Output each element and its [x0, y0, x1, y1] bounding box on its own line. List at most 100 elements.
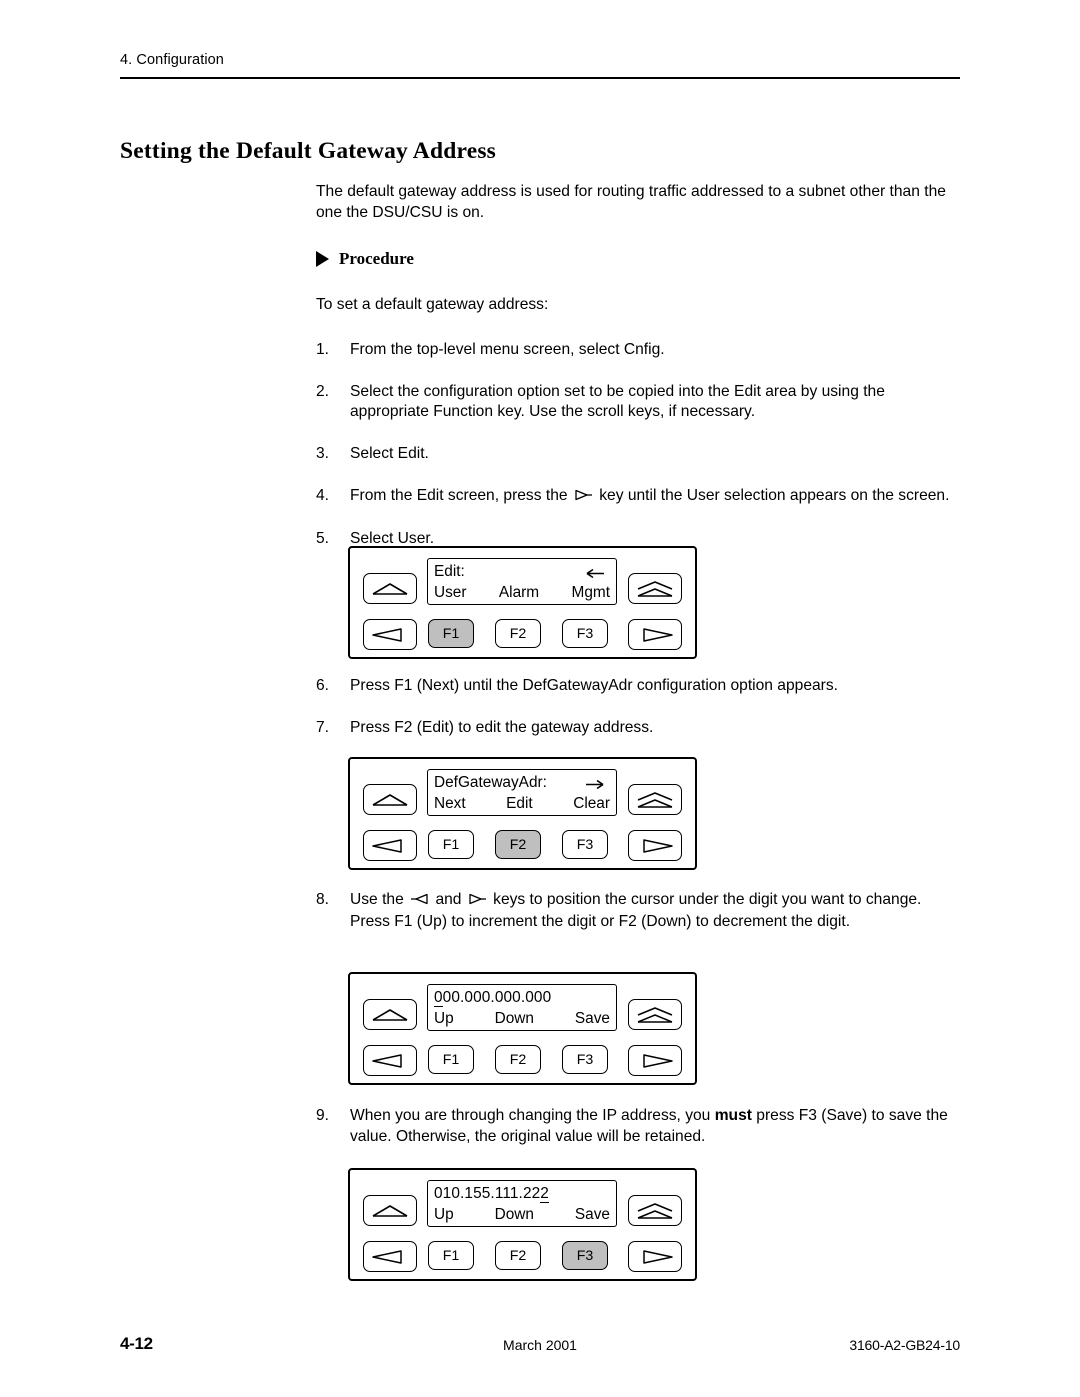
step-number: 1. — [316, 340, 330, 358]
lcd-line-2: Up Down Save — [434, 1203, 610, 1226]
scroll-left-key[interactable] — [363, 1045, 417, 1076]
lcd-display: 000.000.000.000 Up Down Save — [427, 984, 617, 1031]
content-column: The default gateway address is used for … — [316, 182, 964, 550]
procedure-heading: Procedure — [316, 249, 964, 269]
scroll-up-key[interactable] — [363, 999, 417, 1030]
procedure-step-list-3: 8. Use the and keys to position the curs… — [316, 890, 964, 933]
scroll-up-key[interactable] — [363, 573, 417, 604]
procedure-heading-label: Procedure — [339, 249, 414, 269]
scroll-left-key[interactable] — [363, 830, 417, 861]
step-number: 6. — [316, 677, 330, 694]
list-item: 7. Press F2 (Edit) to edit the gateway a… — [316, 718, 964, 739]
lcd-line-1: 010.155.111.222 — [434, 1183, 610, 1205]
home-double-arrow-key[interactable] — [628, 999, 682, 1030]
lcd-display: 010.155.111.222 Up Down Save — [427, 1180, 617, 1227]
device-panel-edited-address: 010.155.111.222 Up Down Save F1 F2 F3 — [348, 1168, 697, 1281]
procedure-step-list-2: 6. Press F1 (Next) until the DefGatewayA… — [316, 676, 964, 739]
home-double-arrow-key[interactable] — [628, 1195, 682, 1226]
procedure-step-list-4: 9. When you are through changing the IP … — [316, 1106, 964, 1148]
home-double-arrow-key[interactable] — [628, 573, 682, 604]
page-footer: 4-12 March 2001 3160-A2-GB24-10 — [120, 1334, 960, 1358]
footer-document-number: 3160-A2-GB24-10 — [849, 1337, 960, 1353]
page-header: 4. Configuration — [120, 52, 960, 79]
list-item: 3. Select Edit. — [316, 444, 964, 465]
softkey-label-2: Down — [494, 1206, 534, 1223]
softkey-label-3: Save — [574, 1206, 610, 1223]
front-panel: 000.000.000.000 Up Down Save F1 F2 F3 — [348, 972, 697, 1085]
function-key-f1[interactable]: F1 — [428, 1045, 474, 1074]
softkey-label-1: Up — [434, 1206, 454, 1223]
footer-date: March 2001 — [503, 1337, 577, 1353]
lcd-line-2: User Alarm Mgmt — [434, 581, 610, 604]
header-rule — [120, 77, 960, 79]
softkey-label-3: Clear — [573, 795, 610, 812]
function-key-f2[interactable]: F2 — [495, 1045, 541, 1074]
right-arrow-key-icon — [468, 891, 487, 912]
procedure-step-list: 1. From the top-level menu screen, selec… — [316, 340, 964, 550]
step-number: 8. — [316, 891, 330, 908]
step-text-mid: and — [435, 891, 462, 908]
function-key-f1[interactable]: F1 — [428, 830, 474, 859]
softkey-label-3: Save — [574, 1010, 610, 1027]
softkey-label-1: Next — [434, 795, 466, 812]
step-text: Press F2 (Edit) to edit the gateway addr… — [350, 718, 654, 736]
function-key-f1[interactable]: F1 — [428, 619, 474, 648]
list-item: 6. Press F1 (Next) until the DefGatewayA… — [316, 676, 964, 697]
function-key-f2[interactable]: F2 — [495, 1241, 541, 1270]
function-key-f2[interactable]: F2 — [495, 830, 541, 859]
content-column-steps-6-7: 6. Press F1 (Next) until the DefGatewayA… — [316, 676, 964, 739]
step-text: Press F1 (Next) until the DefGatewayAdr … — [350, 677, 838, 694]
lcd-title-text: DefGatewayAdr: — [434, 774, 547, 791]
function-key-f3[interactable]: F3 — [562, 619, 608, 648]
function-key-f2[interactable]: F2 — [495, 619, 541, 648]
lcd-address-value: 000.000.000.000 — [434, 989, 552, 1007]
softkey-label-2: Edit — [506, 795, 533, 812]
front-panel: DefGatewayAdr: Next Edit Clear F1 F2 F3 — [348, 757, 697, 870]
step-text-before: From the Edit screen, press the — [350, 486, 568, 504]
device-panel-zero-address: 000.000.000.000 Up Down Save F1 F2 F3 — [348, 972, 697, 1085]
lcd-line-1: Edit: — [434, 561, 610, 583]
step-text: From the top-level menu screen, select C… — [350, 340, 665, 358]
content-column-step-8: 8. Use the and keys to position the curs… — [316, 890, 964, 933]
step-text: Select User. — [350, 529, 435, 547]
lcd-line-2: Next Edit Clear — [434, 792, 610, 815]
step-text: Select the configuration option set to b… — [350, 382, 885, 421]
step-text: Select Edit. — [350, 445, 429, 463]
step-number: 5. — [316, 529, 330, 547]
scroll-left-key[interactable] — [363, 619, 417, 650]
scroll-right-key[interactable] — [628, 619, 682, 650]
step-text-before: Use the — [350, 891, 404, 908]
scroll-right-key[interactable] — [628, 1045, 682, 1076]
softkey-label-1: Up — [434, 1010, 454, 1027]
scroll-up-key[interactable] — [363, 784, 417, 815]
scroll-right-key[interactable] — [628, 830, 682, 861]
right-arrow-key-icon — [574, 487, 593, 508]
scroll-up-key[interactable] — [363, 1195, 417, 1226]
triangle-bullet-icon — [316, 251, 329, 268]
page-title: Setting the Default Gateway Address — [120, 138, 497, 164]
list-item: 9. When you are through changing the IP … — [316, 1106, 964, 1148]
list-item: 8. Use the and keys to position the curs… — [316, 890, 964, 933]
step-text-after: key until the User selection appears on … — [599, 486, 950, 504]
function-key-f3[interactable]: F3 — [562, 1045, 608, 1074]
list-item: 1. From the top-level menu screen, selec… — [316, 340, 964, 361]
function-key-f3[interactable]: F3 — [562, 830, 608, 859]
function-key-f1[interactable]: F1 — [428, 1241, 474, 1270]
intro-paragraph: The default gateway address is used for … — [316, 183, 946, 221]
lcd-line-1: DefGatewayAdr: — [434, 772, 610, 794]
softkey-label-3: Mgmt — [571, 584, 610, 601]
lcd-line-2: Up Down Save — [434, 1007, 610, 1030]
step-number: 4. — [316, 486, 330, 504]
step-number: 3. — [316, 445, 330, 463]
lcd-display: Edit: User Alarm Mgmt — [427, 558, 617, 605]
procedure-lead-in: To set a default gateway address: — [316, 296, 549, 314]
scroll-left-key[interactable] — [363, 1241, 417, 1272]
softkey-label-2: Alarm — [498, 584, 540, 601]
home-double-arrow-key[interactable] — [628, 784, 682, 815]
list-item: 4. From the Edit screen, press the key u… — [316, 486, 964, 508]
running-head: 4. Configuration — [120, 52, 224, 68]
scroll-right-key[interactable] — [628, 1241, 682, 1272]
step-emphasis: must — [714, 1107, 752, 1124]
function-key-f3[interactable]: F3 — [562, 1241, 608, 1270]
softkey-label-1: User — [434, 584, 467, 601]
